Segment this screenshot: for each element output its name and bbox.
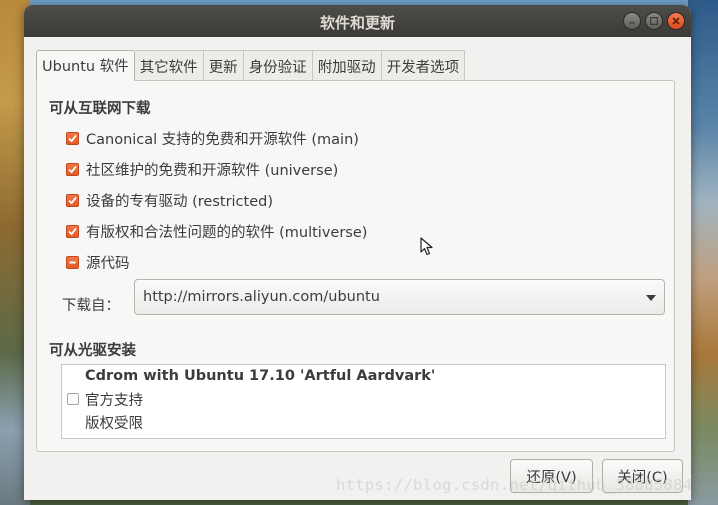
cdrom-support-line: 官方支持 xyxy=(85,393,143,409)
window-title: 软件和更新 xyxy=(319,14,395,32)
download-server-dropdown[interactable]: http://mirrors.aliyun.com/ubuntu xyxy=(134,279,665,315)
dropdown-arrow-icon xyxy=(646,295,656,301)
cdrom-restricted-line: 版权受限 xyxy=(85,416,143,432)
source-option-label: 设备的专有驱动 (restricted) xyxy=(86,194,273,210)
tab-bar: Ubuntu 软件 其它软件 更新 身份验证 附加驱动 开发者选项 xyxy=(36,50,466,81)
download-from-label: 下载自： xyxy=(62,298,120,314)
download-server-value: http://mirrors.aliyun.com/ubuntu xyxy=(143,289,380,305)
tab-updates[interactable]: 更新 xyxy=(203,50,244,81)
mouse-pointer-icon xyxy=(420,237,434,261)
checkbox-checked-icon[interactable] xyxy=(66,132,79,145)
source-option-source-code[interactable]: 源代码 xyxy=(66,252,130,273)
source-option-label: Canonical 支持的免费和开源软件 (main) xyxy=(86,132,359,148)
cdrom-name: Cdrom with Ubuntu 17.10 'Artful Aardvark… xyxy=(85,368,436,384)
watermark-text: https://blog.csdn.net/github_38885884 xyxy=(336,476,693,494)
cdrom-list: Cdrom with Ubuntu 17.10 'Artful Aardvark… xyxy=(61,364,666,439)
checkbox-indeterminate-icon[interactable] xyxy=(66,256,79,269)
software-updates-window: 软件和更新 – Ubuntu 软件 其它软件 更新 身份验证 附加驱动 开发者选… xyxy=(24,5,691,500)
checkbox-checked-icon[interactable] xyxy=(66,225,79,238)
source-option-label: 源代码 xyxy=(86,256,130,272)
maximize-icon[interactable] xyxy=(645,12,663,30)
tab-authentication[interactable]: 身份验证 xyxy=(243,50,313,81)
minimize-icon[interactable]: – xyxy=(623,12,641,30)
ubuntu-software-panel: 可从互联网下载 Canonical 支持的免费和开源软件 (main) 社区维护… xyxy=(36,80,675,452)
wallpaper-right-edge xyxy=(688,0,718,505)
source-option-universe[interactable]: 社区维护的免费和开源软件 (universe) xyxy=(66,159,338,180)
tab-developer-options[interactable]: 开发者选项 xyxy=(381,50,466,81)
source-option-main[interactable]: Canonical 支持的免费和开源软件 (main) xyxy=(66,128,359,149)
tab-other-software[interactable]: 其它软件 xyxy=(134,50,204,81)
checkbox-checked-icon[interactable] xyxy=(66,163,79,176)
tab-ubuntu-software[interactable]: Ubuntu 软件 xyxy=(36,50,135,81)
checkbox-checked-icon[interactable] xyxy=(66,194,79,207)
cdrom-checkbox[interactable] xyxy=(67,393,79,405)
source-option-label: 有版权和合法性问题的的软件 (multiverse) xyxy=(86,225,368,241)
source-option-restricted[interactable]: 设备的专有驱动 (restricted) xyxy=(66,190,273,211)
download-section-title: 可从互联网下载 xyxy=(49,101,151,117)
close-icon[interactable] xyxy=(667,12,685,30)
source-option-multiverse[interactable]: 有版权和合法性问题的的软件 (multiverse) xyxy=(66,221,367,242)
tab-additional-drivers[interactable]: 附加驱动 xyxy=(312,50,382,81)
title-bar[interactable]: 软件和更新 – xyxy=(24,5,691,37)
window-controls: – xyxy=(623,12,685,30)
source-option-label: 社区维护的免费和开源软件 (universe) xyxy=(86,163,339,179)
cdrom-section-title: 可从光驱安装 xyxy=(49,343,136,359)
